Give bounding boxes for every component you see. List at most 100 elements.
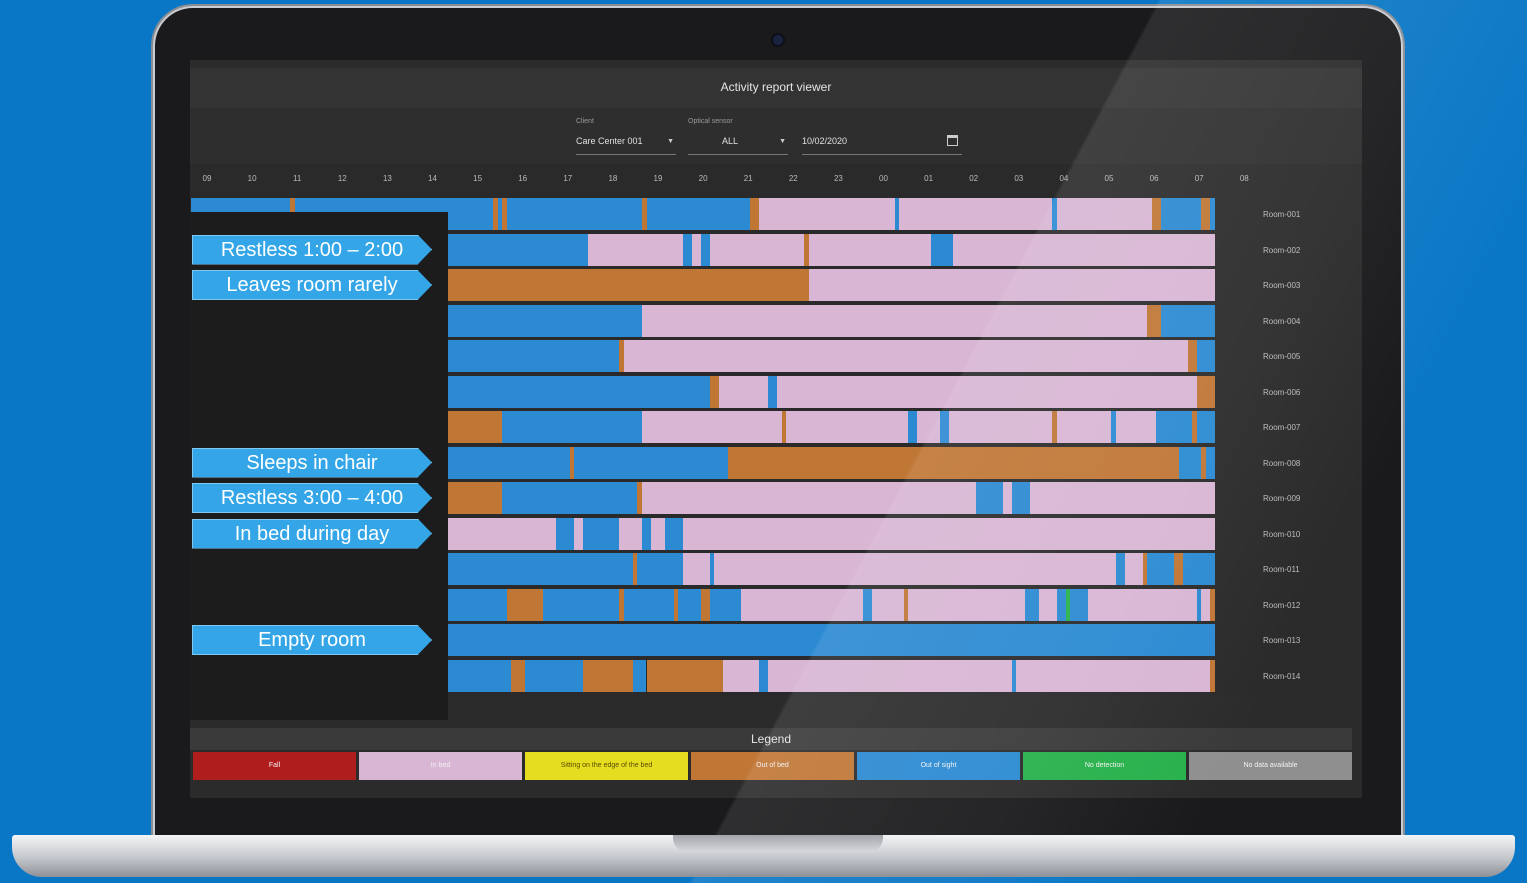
room-label: Room-006: [1263, 387, 1301, 397]
activity-segment: [1115, 411, 1157, 443]
chevron-down-icon: ▼: [667, 138, 674, 145]
room-label: Room-009: [1263, 494, 1301, 503]
activity-segment: [727, 446, 1179, 479]
activity-segment: [1201, 588, 1211, 621]
activity-segment: [1178, 446, 1202, 479]
activity-segment: [786, 411, 909, 443]
activity-segment: [574, 446, 728, 479]
window-title: Activity report viewer: [720, 80, 832, 94]
room-label: Room-005: [1263, 352, 1301, 361]
legend-item: Out of bed: [691, 752, 854, 780]
activity-segment: [1196, 411, 1215, 443]
activity-segment: [623, 588, 674, 621]
app-screen: Activity report viewer Client Care Cente…: [190, 60, 1362, 798]
activity-segment: [574, 517, 584, 550]
activity-segment: [642, 304, 1148, 337]
activity-segment: [682, 233, 692, 266]
activity-segment: [632, 659, 647, 692]
activity-segment: [1201, 198, 1211, 230]
activity-segment: [637, 553, 683, 585]
hour-tick: 07: [1194, 174, 1204, 183]
legend-item: Fall: [193, 752, 356, 780]
hour-tick: 09: [202, 174, 212, 183]
activity-segment: [619, 517, 642, 550]
activity-segment: [623, 340, 1188, 372]
activity-segment: [511, 659, 525, 692]
activity-segment: [862, 588, 872, 621]
date-field[interactable]: 10/02/2020: [802, 118, 962, 158]
sensor-value: ALL: [722, 136, 739, 146]
activity-segment: [975, 482, 1003, 514]
hour-tick: 19: [653, 174, 663, 183]
annotation-callout: Restless 1:00 – 2:00: [192, 234, 432, 265]
annotation-callout: Leaves room rarely: [192, 270, 432, 300]
activity-segment: [1056, 198, 1152, 230]
activity-segment: [678, 588, 701, 621]
room-label: Room-011: [1263, 565, 1300, 574]
activity-segment: [587, 233, 683, 266]
client-select[interactable]: Client Care Center 001 ▼: [576, 118, 676, 158]
annotation-callout: Sleeps in chair: [192, 447, 432, 478]
hour-tick: 15: [473, 174, 483, 183]
hour-tick: 23: [833, 174, 843, 183]
sensor-select[interactable]: Optical sensor ALL ▼: [688, 118, 788, 158]
annotation-callout: In bed during day: [192, 518, 432, 549]
activity-segment: [583, 659, 633, 692]
room-label: Room-013: [1263, 636, 1301, 645]
hour-axis: 09 10 11 12 13 14 15 16 17 18 19 20 21 22 23 00 01 02 03 04…: [190, 164, 1362, 196]
calendar-icon[interactable]: [947, 135, 958, 146]
room-label: Room-003: [1263, 281, 1301, 290]
client-label: Client: [576, 118, 594, 125]
activity-segment: [741, 588, 863, 621]
activity-segment: [750, 198, 760, 230]
activity-segment: [1002, 482, 1012, 514]
legend-item: No detection: [1023, 752, 1186, 780]
hour-tick: 22: [788, 174, 798, 183]
activity-segment: [556, 517, 575, 550]
activity-segment: [1147, 553, 1175, 585]
activity-segment: [709, 375, 719, 408]
activity-segment: [524, 659, 584, 692]
activity-segment: [682, 517, 1215, 550]
activity-segment: [759, 198, 895, 230]
activity-segment: [1147, 304, 1161, 337]
activity-segment: [1025, 588, 1039, 621]
activity-segment: [682, 553, 710, 585]
activity-segment: [930, 233, 954, 266]
activity-segment: [651, 517, 665, 550]
activity-segment: [1056, 411, 1112, 443]
hour-tick: 12: [337, 174, 347, 183]
activity-segment: [583, 517, 620, 550]
activity-segment: [700, 588, 710, 621]
activity-segment: [646, 198, 751, 230]
hour-tick: 20: [698, 174, 708, 183]
activity-segment: [1174, 553, 1184, 585]
activity-segment: [1124, 553, 1143, 585]
laptop-notch: [673, 835, 883, 852]
activity-segment: [1196, 340, 1215, 372]
activity-segment: [1187, 340, 1197, 372]
hour-tick: 13: [382, 174, 392, 183]
activity-segment: [691, 233, 701, 266]
activity-segment: [1160, 304, 1215, 337]
activity-segment: [1196, 375, 1215, 408]
room-label: Room-007: [1263, 423, 1301, 432]
activity-segment: [709, 233, 805, 266]
room-label: Room-010: [1263, 529, 1301, 539]
activity-segment: [642, 482, 976, 514]
activity-segment: [723, 659, 760, 692]
hour-tick: 05: [1104, 174, 1114, 183]
hour-tick: 17: [563, 174, 573, 183]
client-value: Care Center 001: [576, 136, 643, 146]
activity-segment: [777, 375, 1197, 408]
legend-item: Out of sight: [857, 752, 1020, 780]
activity-segment: [1160, 198, 1202, 230]
activity-segment: [642, 517, 652, 550]
activity-segment: [646, 659, 724, 692]
hour-tick: 03: [1014, 174, 1024, 183]
hour-tick: 11: [293, 174, 302, 183]
activity-segment: [506, 588, 543, 621]
activity-segment: [502, 482, 638, 514]
room-label: Room-012: [1263, 600, 1301, 610]
legend-title: Legend: [190, 728, 1352, 750]
